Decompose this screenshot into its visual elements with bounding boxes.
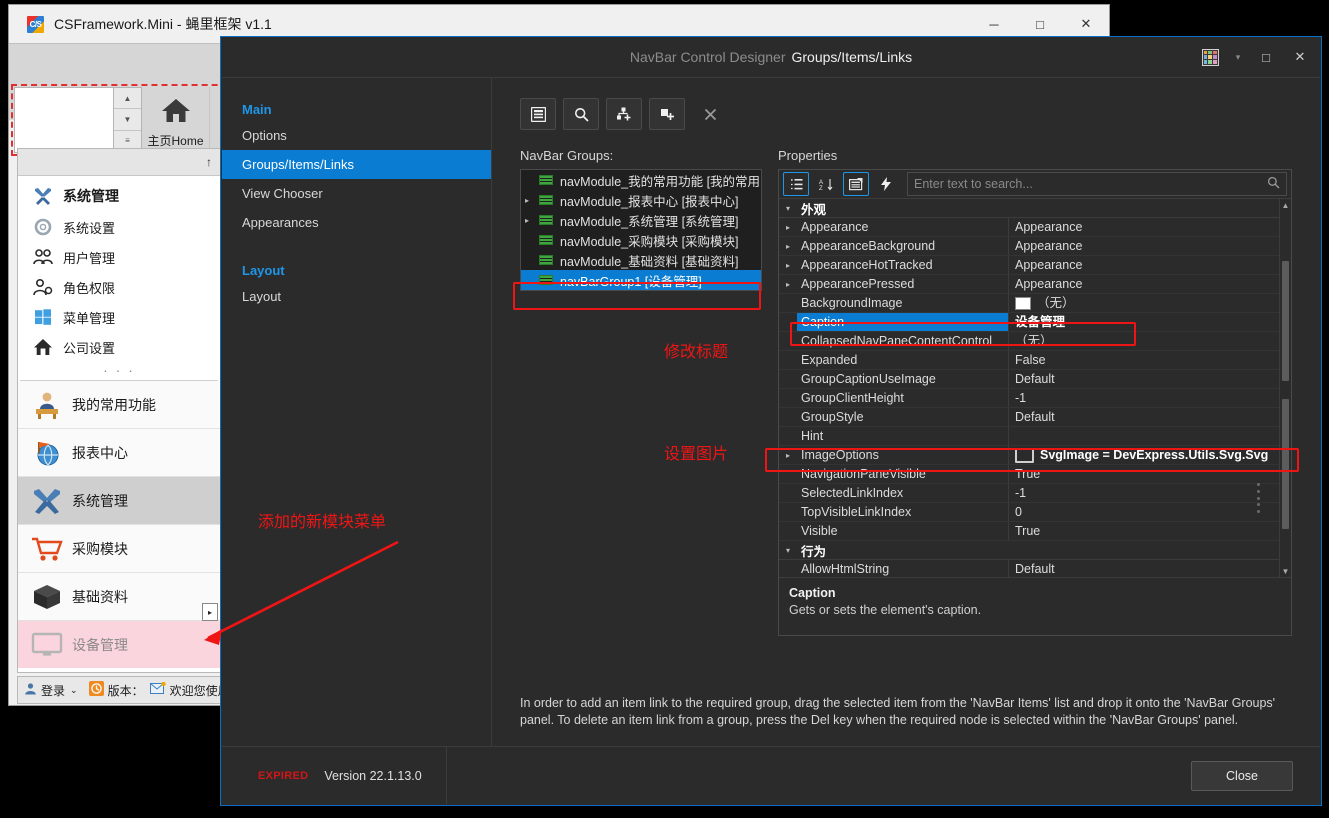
annotation-arrow: [204, 540, 399, 645]
screen: CSFramework.Mini - 蝇里框架 v1.1 ─ □ ✕ ▲ ▼ ≡: [0, 0, 1329, 818]
